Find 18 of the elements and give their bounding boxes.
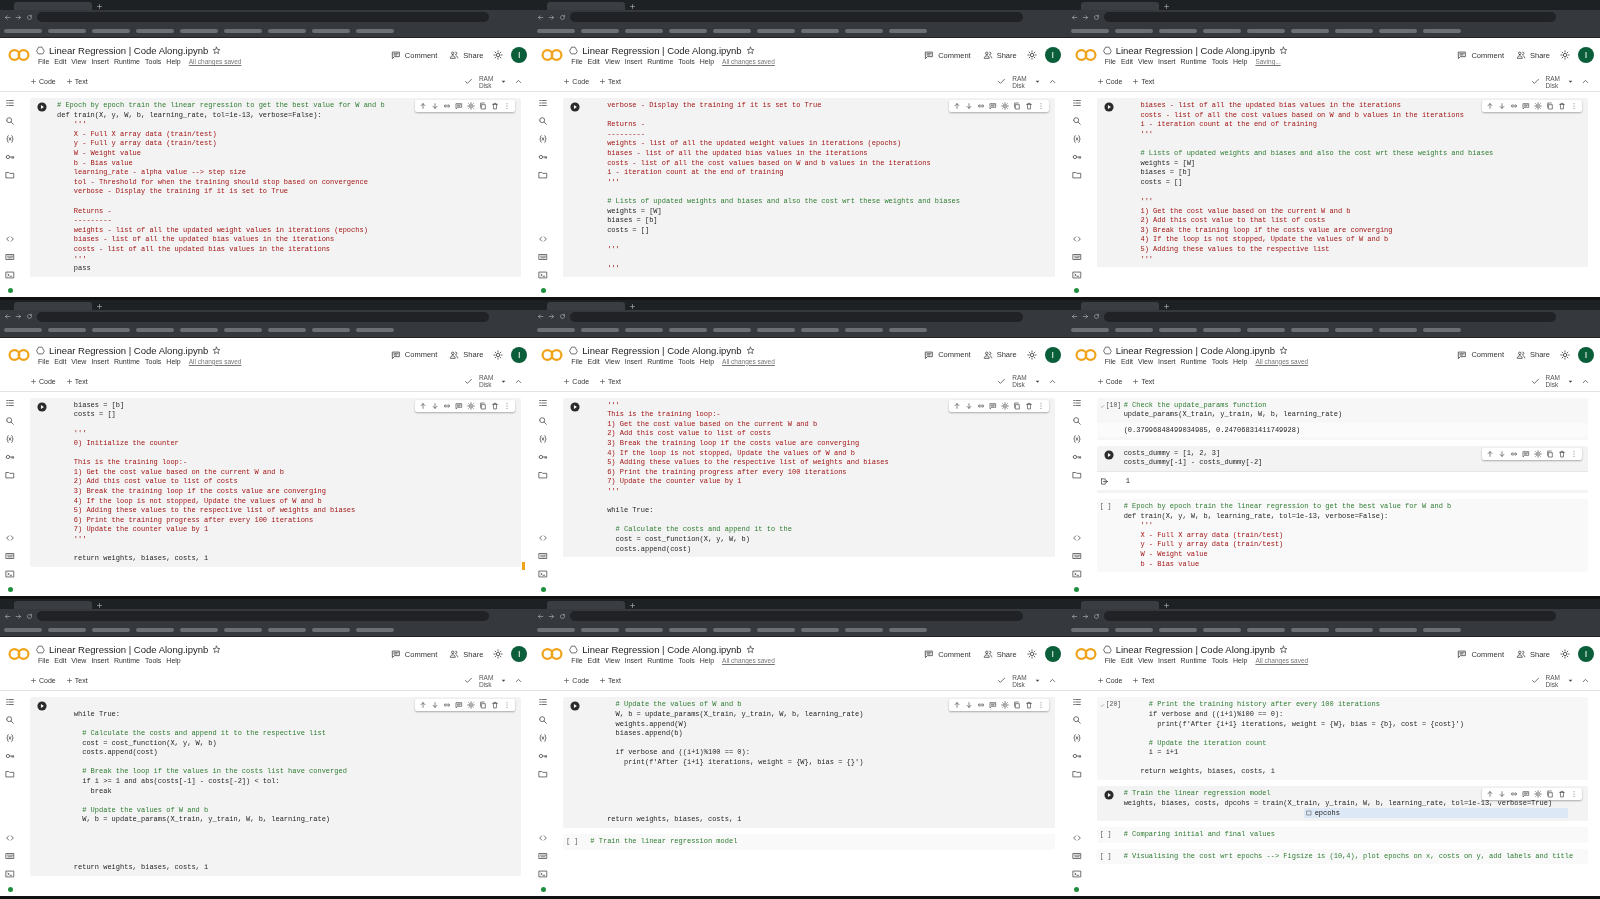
notebook-title[interactable]: Linear Regression | Code Along.ipynb <box>1115 45 1275 56</box>
avatar[interactable]: I <box>511 47 528 63</box>
notebook-title[interactable]: Linear Regression | Code Along.ipynb <box>49 45 209 56</box>
avatar[interactable]: I <box>511 646 528 663</box>
notebook-title[interactable]: Linear Regression | Code Along.ipynb <box>49 344 209 356</box>
avatar[interactable]: I <box>1044 646 1061 663</box>
notebook-title[interactable]: Linear Regression | Code Along.ipynb <box>582 644 742 656</box>
avatar[interactable]: I <box>1578 346 1594 363</box>
notebook-title[interactable]: Linear Regression | Code Along.ipynb <box>49 644 209 656</box>
avatar[interactable]: I <box>1578 646 1594 663</box>
avatar[interactable]: I <box>1578 47 1594 63</box>
avatar[interactable]: I <box>1044 346 1061 363</box>
notebook-title[interactable]: Linear Regression | Code Along.ipynb <box>1115 644 1275 656</box>
notebook-title[interactable]: Linear Regression | Code Along.ipynb <box>582 344 742 356</box>
avatar[interactable]: I <box>511 346 528 363</box>
notebook-title[interactable]: Linear Regression | Code Along.ipynb <box>1115 344 1275 356</box>
avatar[interactable]: I <box>1044 47 1061 63</box>
notebook-title[interactable]: Linear Regression | Code Along.ipynb <box>582 45 742 56</box>
